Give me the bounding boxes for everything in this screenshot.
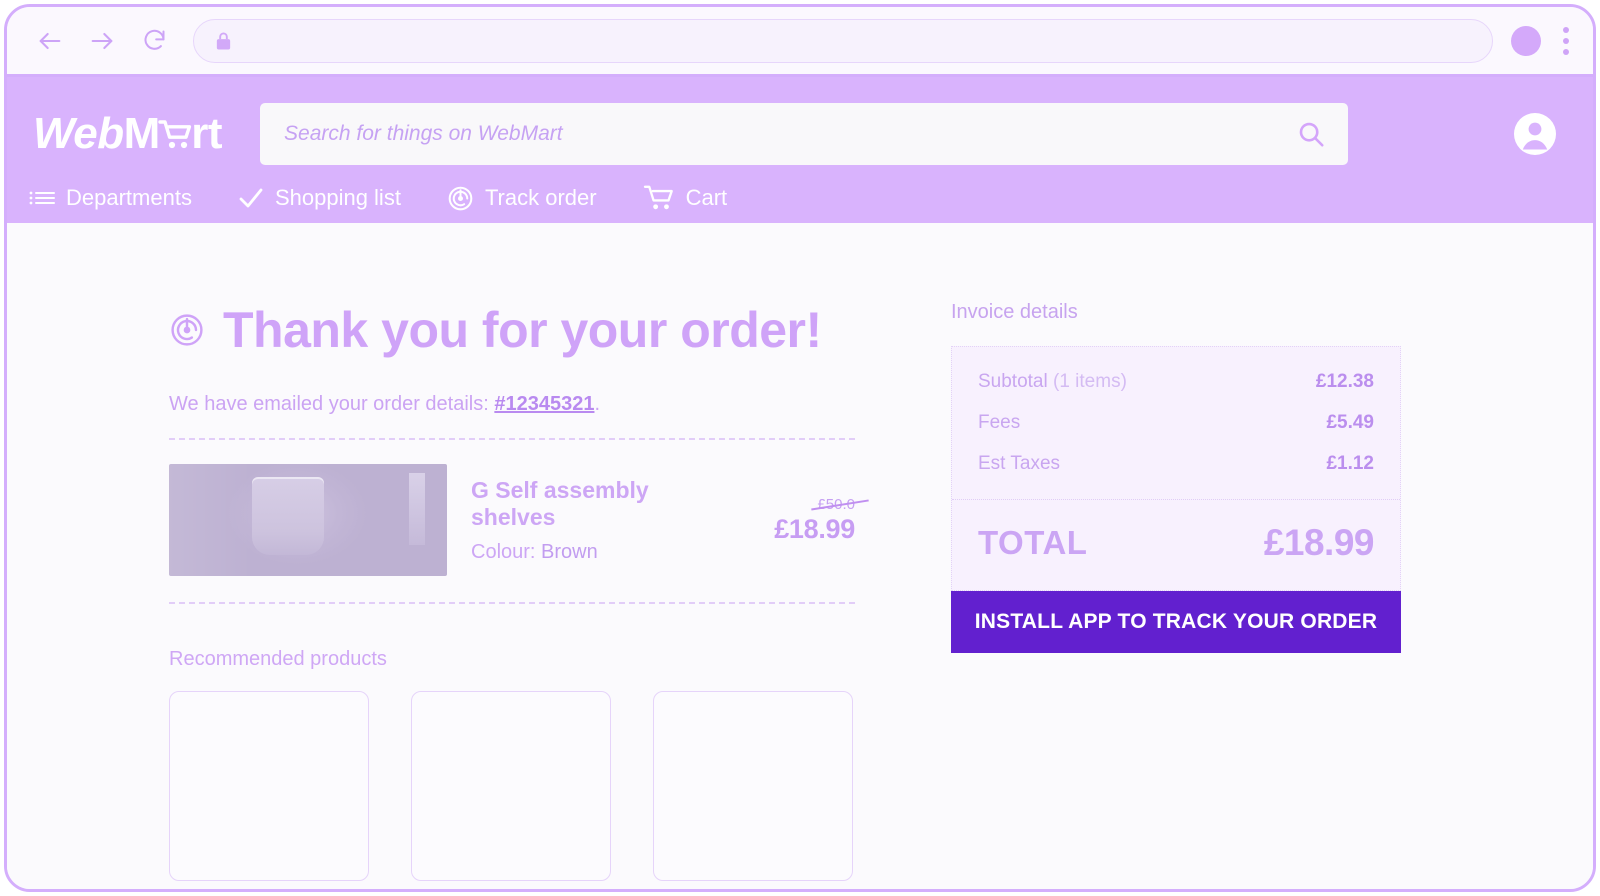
page-title-row: Thank you for your order!	[169, 301, 867, 359]
product-info: G Self assembly shelves Colour: Brown	[447, 477, 735, 564]
product-image	[169, 464, 447, 576]
invoice-rows: Subtotal (1 items) £12.38 Fees £5.49 Est…	[952, 347, 1400, 499]
invoice-card: Subtotal (1 items) £12.38 Fees £5.49 Est…	[951, 346, 1401, 591]
product-colour-value: Brown	[541, 540, 598, 563]
browser-window: Web M rt Search for things on WebMart De…	[4, 4, 1596, 892]
install-app-button[interactable]: INSTALL APP TO TRACK YOUR ORDER	[951, 591, 1401, 653]
nav-item-track-order[interactable]: Track order	[447, 185, 597, 212]
forward-arrow-icon[interactable]	[85, 24, 119, 58]
nav-item-shopping-list[interactable]: Shopping list	[238, 185, 401, 211]
site-header: Web M rt Search for things on WebMart De…	[7, 77, 1593, 223]
recommended-product-card[interactable]	[169, 691, 369, 881]
invoice-value-taxes: £1.12	[1326, 453, 1374, 474]
invoice-label-taxes: Est Taxes	[978, 453, 1061, 474]
header-top-row: Web M rt	[7, 77, 1593, 173]
order-number-link[interactable]: #12345321	[494, 393, 594, 415]
back-arrow-icon[interactable]	[33, 24, 67, 58]
invoice-row-fees: Fees £5.49	[978, 412, 1374, 434]
kebab-menu-icon[interactable]	[1563, 26, 1569, 55]
invoice-label-subtotal-text: Subtotal	[978, 371, 1048, 392]
invoice-total-value: £18.99	[1263, 522, 1375, 563]
target-track-icon	[447, 185, 474, 212]
shopping-cart-icon	[643, 184, 675, 212]
profile-avatar-icon[interactable]	[1511, 25, 1541, 56]
order-confirmation-suffix: .	[594, 393, 601, 415]
address-bar[interactable]	[193, 18, 1493, 63]
nav-label-track-order: Track order	[484, 185, 597, 210]
invoice-label-fees: Fees	[978, 412, 1021, 433]
invoice-column: Invoice details Subtotal (1 items) £12.3…	[867, 301, 1593, 881]
product-title[interactable]: G Self assembly shelves	[471, 477, 735, 531]
nav-label-departments: Departments	[66, 185, 192, 210]
search-bar[interactable]	[260, 103, 1349, 165]
product-price-original: £50.0	[817, 495, 855, 513]
page-content: Thank you for your order! We have emaile…	[7, 223, 1593, 889]
checkmark-icon	[238, 186, 264, 210]
product-price-block: £50.0 £18.99	[735, 496, 855, 545]
search-input[interactable]	[284, 122, 1297, 146]
shopping-cart-icon	[158, 116, 192, 150]
product-colour-label: Colour:	[471, 540, 536, 563]
page-title: Thank you for your order!	[223, 302, 822, 358]
invoice-total-label: TOTAL	[978, 524, 1088, 561]
invoice-row-taxes: Est Taxes £1.12	[978, 453, 1374, 475]
search-icon[interactable]	[1296, 119, 1326, 149]
recommended-product-card[interactable]	[653, 691, 853, 881]
browser-toolbar	[7, 7, 1593, 77]
webmart-logo[interactable]: Web M rt	[33, 109, 223, 159]
invoice-label-subtotal: Subtotal (1 items)	[978, 371, 1127, 393]
reload-icon[interactable]	[137, 24, 171, 58]
logo-text-web: Web	[33, 109, 124, 158]
nav-label-cart: Cart	[685, 185, 728, 210]
header-nav: Departments Shopping list Track order Ca…	[7, 173, 1593, 223]
lock-icon	[214, 30, 233, 52]
browser-nav-buttons	[33, 24, 171, 58]
recommended-product-card[interactable]	[411, 691, 611, 881]
nav-label-shopping-list: Shopping list	[274, 185, 401, 210]
recommended-heading: Recommended products	[169, 648, 387, 670]
order-summary-column: Thank you for your order! We have emaile…	[7, 301, 867, 881]
target-track-icon	[169, 312, 205, 348]
account-circle-icon[interactable]	[1511, 110, 1559, 158]
invoice-value-fees: £5.49	[1326, 412, 1374, 433]
divider-bottom	[169, 602, 855, 604]
invoice-total-row: TOTAL £18.99	[952, 500, 1400, 590]
order-confirmation-text: We have emailed your order details: #123…	[169, 393, 867, 416]
nav-item-departments[interactable]: Departments	[29, 185, 192, 211]
logo-text-m: M	[123, 109, 161, 158]
invoice-label-subtotal-count: (1 items)	[1047, 371, 1127, 392]
logo-text-rt: rt	[191, 109, 223, 158]
browser-toolbar-right	[1511, 25, 1569, 56]
nav-item-cart[interactable]: Cart	[643, 184, 728, 212]
invoice-heading: Invoice details	[951, 301, 1078, 323]
product-price-current: £18.99	[774, 513, 855, 544]
recommended-products-grid	[169, 691, 867, 881]
list-menu-icon	[29, 188, 55, 208]
product-colour: Colour: Brown	[471, 541, 735, 564]
order-confirmation-prefix: We have emailed your order details:	[169, 393, 495, 415]
invoice-value-subtotal: £12.38	[1315, 371, 1374, 392]
invoice-row-subtotal: Subtotal (1 items) £12.38	[978, 371, 1374, 393]
order-item-row: G Self assembly shelves Colour: Brown £5…	[169, 440, 855, 602]
